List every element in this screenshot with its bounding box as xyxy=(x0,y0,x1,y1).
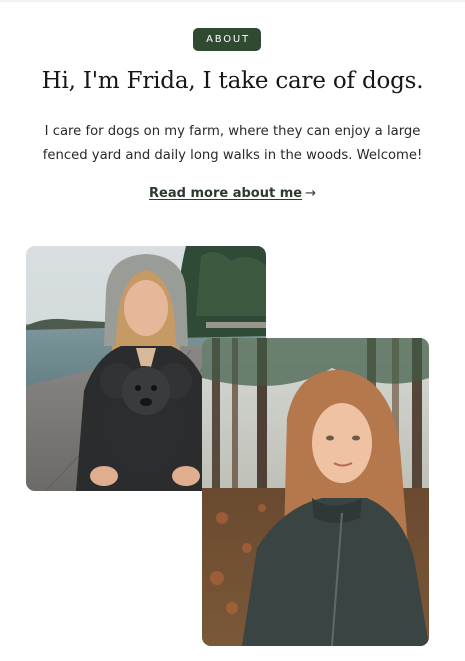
top-divider xyxy=(0,0,465,2)
photo-frida-in-forest xyxy=(202,338,429,646)
read-more-link[interactable]: Read more about me → xyxy=(0,186,465,201)
intro-line-2: fenced yard and daily long walks in the … xyxy=(42,148,423,163)
about-badge: ABOUT xyxy=(193,28,261,51)
intro-paragraph: I care for dogs on my farm, where they c… xyxy=(20,120,445,168)
arrow-right-icon: → xyxy=(305,186,316,201)
page-title: Hi, I'm Frida, I take care of dogs. xyxy=(41,68,424,94)
read-more-label[interactable]: Read more about me xyxy=(149,186,302,201)
intro-line-1: I care for dogs on my farm, where they c… xyxy=(44,124,421,139)
